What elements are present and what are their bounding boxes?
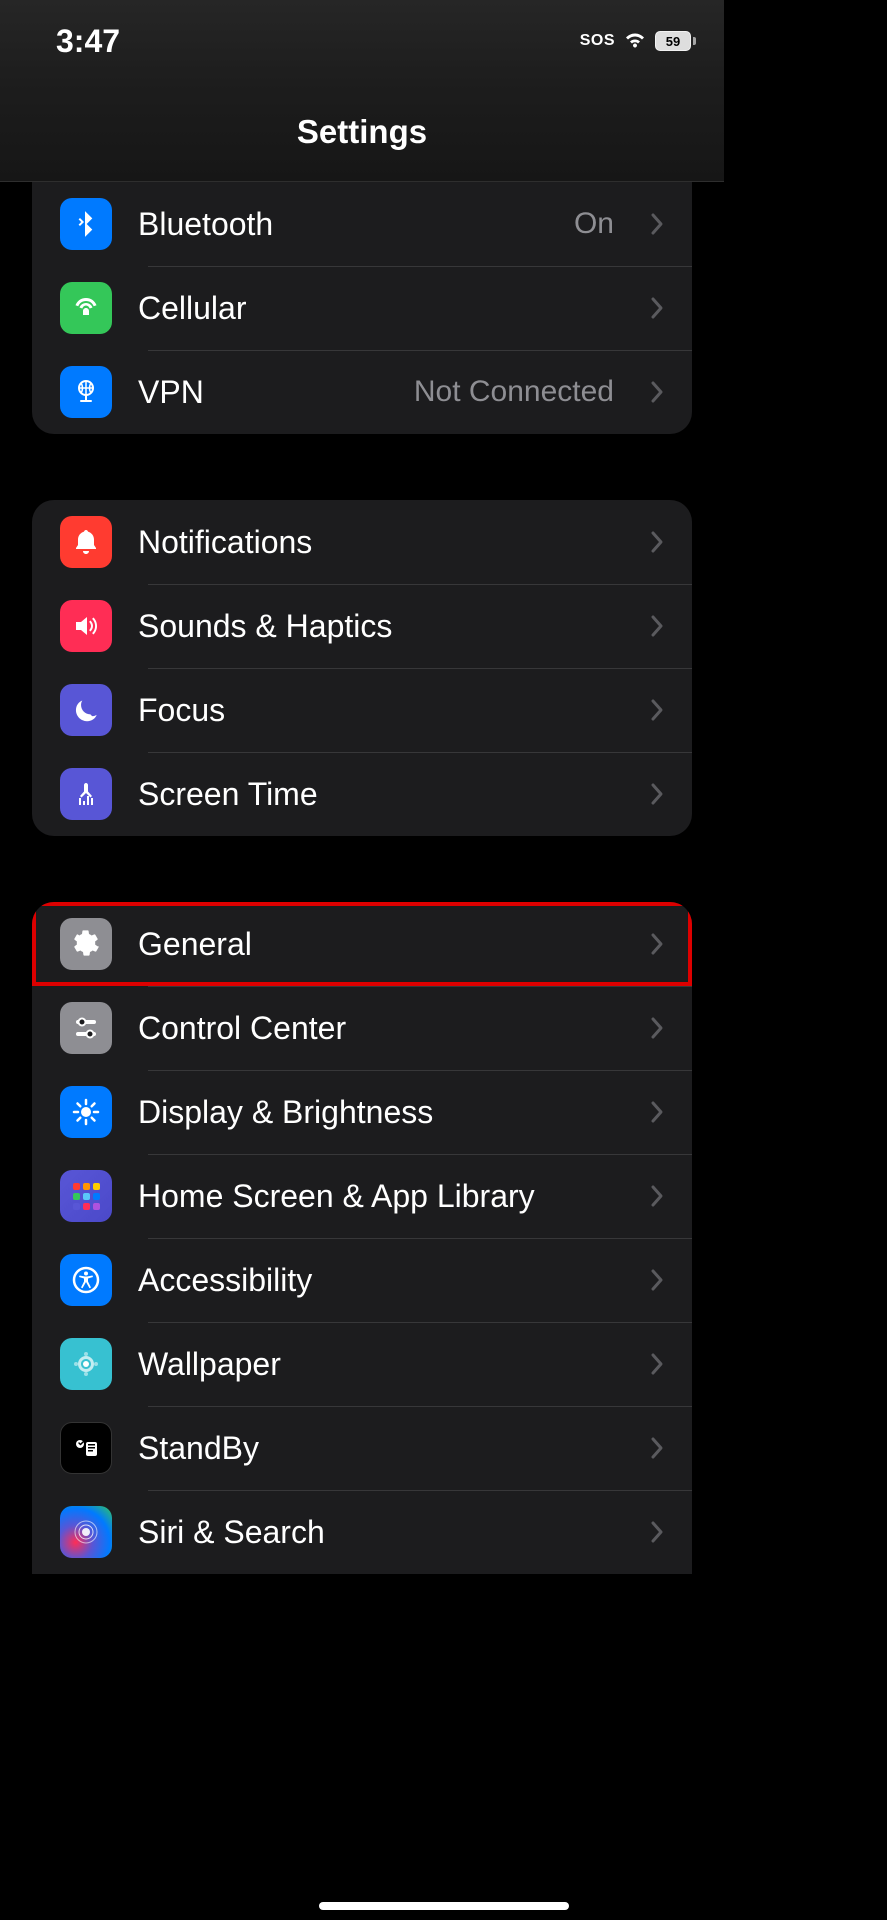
row-label: Focus — [138, 692, 624, 729]
sos-indicator: SOS — [580, 32, 615, 50]
chevron-right-icon — [650, 614, 664, 638]
chevron-right-icon — [650, 530, 664, 554]
focus-icon — [60, 684, 112, 736]
chevron-right-icon — [650, 1520, 664, 1544]
settings-group-attention: Notifications Sounds & Haptics Focus Screen… — [32, 500, 692, 836]
home-icon — [60, 1170, 112, 1222]
settings-row-cellular[interactable]: Cellular — [32, 266, 692, 350]
chevron-right-icon — [650, 1184, 664, 1208]
row-label: Control Center — [138, 1010, 624, 1047]
settings-row-bluetooth[interactable]: Bluetooth On — [32, 182, 692, 266]
row-label: Wallpaper — [138, 1346, 624, 1383]
status-bar: 3:47 SOS 59 — [0, 0, 724, 82]
chevron-right-icon — [650, 932, 664, 956]
standby-icon — [60, 1422, 112, 1474]
settings-row-focus[interactable]: Focus — [32, 668, 692, 752]
chevron-right-icon — [650, 1016, 664, 1040]
chevron-right-icon — [650, 380, 664, 404]
row-label: Cellular — [138, 290, 624, 327]
settings-group-system: General Control Center Display & Brightnes… — [32, 902, 692, 1574]
status-time: 3:47 — [56, 23, 120, 60]
battery-indicator: 59 — [655, 31, 696, 51]
settings-row-sounds[interactable]: Sounds & Haptics — [32, 584, 692, 668]
settings-row-standby[interactable]: StandBy — [32, 1406, 692, 1490]
chevron-right-icon — [650, 1100, 664, 1124]
chevron-right-icon — [650, 782, 664, 806]
row-label: Bluetooth — [138, 206, 548, 243]
settings-row-wallpaper[interactable]: Wallpaper — [32, 1322, 692, 1406]
sounds-icon — [60, 600, 112, 652]
row-label: StandBy — [138, 1430, 624, 1467]
chevron-right-icon — [650, 1436, 664, 1460]
row-label: VPN — [138, 374, 388, 411]
row-label: Screen Time — [138, 776, 624, 813]
settings-row-accessibility[interactable]: Accessibility — [32, 1238, 692, 1322]
settings-row-notifications[interactable]: Notifications — [32, 500, 692, 584]
home-indicator[interactable] — [319, 1902, 569, 1910]
row-label: General — [138, 926, 624, 963]
status-icons: SOS 59 — [580, 29, 696, 54]
row-label: Home Screen & App Library — [138, 1178, 624, 1215]
accessibility-icon — [60, 1254, 112, 1306]
wallpaper-icon — [60, 1338, 112, 1390]
vpn-icon — [60, 366, 112, 418]
settings-row-vpn[interactable]: VPN Not Connected — [32, 350, 692, 434]
controlcenter-icon — [60, 1002, 112, 1054]
settings-row-screentime[interactable]: Screen Time — [32, 752, 692, 836]
cellular-icon — [60, 282, 112, 334]
row-label: Display & Brightness — [138, 1094, 624, 1131]
settings-row-display[interactable]: Display & Brightness — [32, 1070, 692, 1154]
settings-row-general[interactable]: General — [32, 902, 692, 986]
chevron-right-icon — [650, 1268, 664, 1292]
settings-content: Bluetooth On Cellular VPN Not Connected Notif… — [0, 182, 724, 1574]
nav-header: Settings — [0, 82, 724, 182]
bluetooth-icon — [60, 198, 112, 250]
row-label: Sounds & Haptics — [138, 608, 624, 645]
battery-level: 59 — [666, 34, 680, 49]
settings-row-siri[interactable]: Siri & Search — [32, 1490, 692, 1574]
chevron-right-icon — [650, 1352, 664, 1376]
row-label: Accessibility — [138, 1262, 624, 1299]
row-label: Siri & Search — [138, 1514, 624, 1551]
settings-row-controlcenter[interactable]: Control Center — [32, 986, 692, 1070]
wifi-icon — [623, 29, 647, 54]
notifications-icon — [60, 516, 112, 568]
settings-row-home[interactable]: Home Screen & App Library — [32, 1154, 692, 1238]
settings-group-connectivity: Bluetooth On Cellular VPN Not Connected — [32, 182, 692, 434]
chevron-right-icon — [650, 698, 664, 722]
row-value: Not Connected — [414, 375, 614, 409]
row-label: Notifications — [138, 524, 624, 561]
chevron-right-icon — [650, 296, 664, 320]
chevron-right-icon — [650, 212, 664, 236]
display-icon — [60, 1086, 112, 1138]
screentime-icon — [60, 768, 112, 820]
page-title: Settings — [297, 113, 427, 151]
siri-icon — [60, 1506, 112, 1558]
row-value: On — [574, 207, 614, 241]
general-icon — [60, 918, 112, 970]
